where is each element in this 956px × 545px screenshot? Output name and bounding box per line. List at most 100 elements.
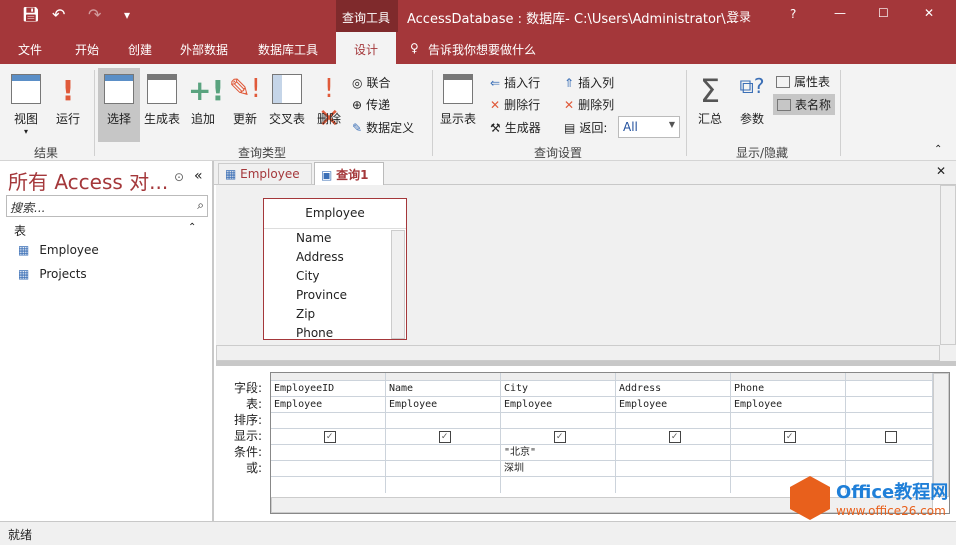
show-checkbox[interactable]: ✓	[783, 431, 796, 443]
grid-cell-criteria[interactable]	[271, 445, 385, 461]
collapse-ribbon-button[interactable]: ⌃	[934, 144, 942, 155]
field-list-item[interactable]: Zip	[296, 305, 406, 324]
select-button[interactable]: 选择	[98, 68, 140, 142]
grid-cell-or[interactable]	[616, 461, 730, 477]
grid-cell-criteria[interactable]	[846, 445, 932, 461]
grid-cell-sort[interactable]	[501, 413, 615, 429]
make-table-button[interactable]: 生成表	[142, 74, 182, 127]
close-button[interactable]: ✕	[924, 6, 934, 20]
grid-cell-criteria[interactable]: "北京"	[501, 445, 615, 461]
grid-cell-table[interactable]: Employee	[616, 397, 730, 413]
run-button[interactable]: ! 运行	[52, 74, 84, 127]
table-names-button[interactable]: 表名称	[773, 94, 836, 115]
grid-column[interactable]: Name Employee ✓	[386, 373, 501, 493]
tab-design[interactable]: 设计	[336, 32, 396, 64]
nav-menu-chevron-icon[interactable]: ⊙	[174, 170, 184, 184]
grid-cell-criteria[interactable]	[731, 445, 845, 461]
delete-rows-button[interactable]: ✕ 删除行	[490, 96, 540, 113]
builder-button[interactable]: ⚒ 生成器	[490, 119, 541, 136]
help-button[interactable]: ?	[790, 7, 796, 21]
pass-through-button[interactable]: ⊕ 传递	[352, 96, 390, 113]
field-list-item[interactable]: Address	[296, 248, 406, 267]
column-selector[interactable]	[386, 373, 500, 381]
insert-rows-button[interactable]: ⇐ 插入行	[490, 74, 540, 91]
grid-column[interactable]: Address Employee ✓	[616, 373, 731, 493]
insert-columns-button[interactable]: ⇑ 插入列	[564, 74, 614, 91]
grid-cell-table[interactable]: Employee	[386, 397, 500, 413]
collapse-nav-button[interactable]: «	[194, 168, 203, 184]
show-checkbox[interactable]: ✓	[668, 431, 681, 443]
tab-file[interactable]: 文件	[18, 41, 42, 58]
delete-button[interactable]: !✕ 删除	[314, 74, 344, 134]
grid-cell-table[interactable]: Employee	[731, 397, 845, 413]
data-definition-button[interactable]: ✎ 数据定义	[352, 119, 414, 136]
field-list-item[interactable]: Name	[296, 229, 406, 248]
collapse-section-icon[interactable]: ⌃	[188, 222, 196, 233]
grid-column[interactable]: EmployeeID Employee ✓	[271, 373, 386, 493]
redo-button[interactable]: ↷	[88, 5, 101, 24]
nav-search-input[interactable]: 搜索... ⌕	[6, 195, 208, 217]
parameters-button[interactable]: ⧉? 参数	[736, 74, 768, 127]
field-list-item[interactable]: Province	[296, 286, 406, 305]
view-button[interactable]: 视图 ▾	[8, 74, 44, 136]
grid-cell-sort[interactable]	[271, 413, 385, 429]
grid-cell-field[interactable]: Address	[616, 381, 730, 397]
login-link[interactable]: 登录	[727, 8, 751, 25]
tab-home[interactable]: 开始	[75, 41, 99, 58]
crosstab-button[interactable]: 交叉表	[268, 74, 306, 127]
grid-cell-field[interactable]: EmployeeID	[271, 381, 385, 397]
doc-tab-employee[interactable]: ▦ Employee	[218, 163, 312, 185]
grid-cell-or[interactable]	[386, 461, 500, 477]
search-icon[interactable]: ⌕	[197, 198, 204, 213]
employee-field-list[interactable]: Employee Name Address City Province Zip Phone	[263, 198, 407, 340]
tab-database-tools[interactable]: 数据库工具	[258, 41, 318, 58]
field-list-item[interactable]: City	[296, 267, 406, 286]
grid-cell-sort[interactable]	[731, 413, 845, 429]
property-sheet-button[interactable]: 属性表	[776, 73, 830, 90]
grid-cell-field[interactable]	[846, 381, 932, 397]
field-list-scrollbar[interactable]	[391, 230, 405, 339]
grid-cell-table[interactable]: Employee	[501, 397, 615, 413]
tell-me-input[interactable]: 告诉我你想要做什么	[428, 41, 536, 58]
vertical-scrollbar[interactable]	[940, 185, 956, 345]
grid-cell-sort[interactable]	[846, 413, 932, 429]
field-list-item[interactable]: Phone	[296, 324, 406, 343]
doc-tab-query1[interactable]: ▣ 查询1	[314, 162, 384, 186]
minimize-button[interactable]: —	[834, 6, 846, 20]
union-button[interactable]: ◎ 联合	[352, 74, 391, 91]
grid-cell-field[interactable]: Name	[386, 381, 500, 397]
show-checkbox[interactable]: ✓	[438, 431, 451, 443]
totals-button[interactable]: Σ 汇总	[694, 74, 726, 127]
grid-cell-criteria[interactable]	[386, 445, 500, 461]
save-icon[interactable]: 💾︎	[22, 7, 40, 23]
customize-toolbar-button[interactable]: ▾	[124, 8, 130, 22]
nav-section-tables[interactable]: 表	[14, 222, 26, 239]
grid-cell-sort[interactable]	[616, 413, 730, 429]
grid-cell-table[interactable]	[846, 397, 932, 413]
column-selector[interactable]	[616, 373, 730, 381]
close-document-button[interactable]: ✕	[936, 164, 946, 178]
maximize-button[interactable]: ☐	[878, 6, 889, 20]
show-checkbox[interactable]	[884, 431, 897, 443]
grid-cell-table[interactable]: Employee	[271, 397, 385, 413]
horizontal-scrollbar[interactable]	[216, 345, 940, 361]
nav-item-projects[interactable]: ▦ Projects	[18, 267, 87, 281]
show-checkbox[interactable]: ✓	[553, 431, 566, 443]
column-selector[interactable]	[846, 373, 932, 381]
grid-cell-or[interactable]	[271, 461, 385, 477]
grid-column[interactable]: City Employee ✓ "北京" 深圳	[501, 373, 616, 493]
return-dropdown[interactable]: All ▼	[618, 116, 680, 138]
undo-button[interactable]: ↶	[52, 5, 65, 24]
grid-cell-field[interactable]: City	[501, 381, 615, 397]
column-selector[interactable]	[731, 373, 845, 381]
column-selector[interactable]	[501, 373, 615, 381]
show-checkbox[interactable]: ✓	[323, 431, 336, 443]
grid-cell-field[interactable]: Phone	[731, 381, 845, 397]
grid-cell-or[interactable]: 深圳	[501, 461, 615, 477]
tab-create[interactable]: 创建	[128, 41, 152, 58]
nav-item-employee[interactable]: ▦ Employee	[18, 243, 99, 257]
update-button[interactable]: ✎! 更新	[228, 74, 262, 127]
append-button[interactable]: +! 追加	[188, 74, 224, 127]
grid-cell-sort[interactable]	[386, 413, 500, 429]
grid-cell-criteria[interactable]	[616, 445, 730, 461]
